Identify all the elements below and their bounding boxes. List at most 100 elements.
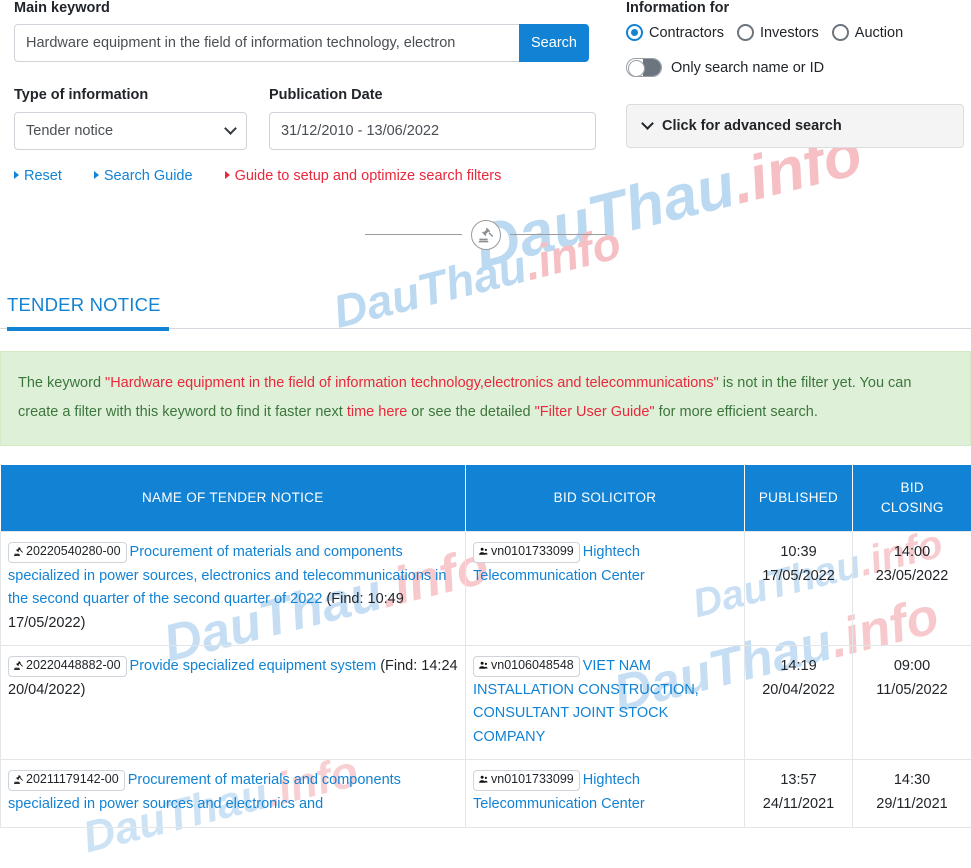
cell-bid-solicitor: vn0101733099 Hightech Telecommunication C… (465, 531, 745, 647)
type-of-information-select[interactable]: Tender notice (14, 111, 247, 150)
column-header-bid-closing-line1: BID (900, 479, 924, 495)
cell-tender-name: 20220540280-00 Procurement of materials a… (0, 531, 466, 647)
closing-date: 11/05/2022 (876, 682, 948, 699)
publication-date-field[interactable]: 31/12/2010 - 13/06/2022 (269, 111, 596, 150)
published-date: 17/05/2022 (762, 568, 835, 585)
radio-investors-label: Investors (759, 24, 819, 41)
tender-notice-table: NAME OF TENDER NOTICE BID SOLICITOR PUBL… (0, 464, 971, 829)
information-for-radio-group: Contractors Investors Auction (626, 24, 964, 42)
radio-contractors[interactable]: Contractors (626, 24, 724, 42)
closing-time: 14:00 (893, 544, 931, 561)
type-of-information-value: Tender notice (26, 122, 114, 139)
radio-contractors-label: Contractors (649, 24, 724, 41)
reset-link-label: Reset (24, 167, 62, 184)
search-left-column: Main keyword Search Type of information … (14, 0, 599, 184)
closing-time: 09:00 (893, 658, 931, 675)
published-time: 14:19 (780, 658, 817, 675)
section-divider (0, 219, 971, 250)
table-header: NAME OF TENDER NOTICE BID SOLICITOR PUBL… (0, 464, 971, 532)
radio-investors[interactable]: Investors (736, 24, 819, 42)
tender-code-text: 20220540280-00 (26, 544, 121, 559)
filters-row: Type of information Tender notice Public… (14, 87, 599, 150)
reset-link[interactable]: Reset (14, 168, 62, 184)
tender-code-badge[interactable]: 20220448882-00 (8, 656, 127, 677)
search-input[interactable] (14, 24, 519, 63)
search-button[interactable]: Search (519, 24, 589, 63)
closing-date: 29/11/2021 (876, 796, 948, 813)
alert-here-link[interactable]: here (378, 404, 407, 420)
radio-auction-indicator (831, 24, 849, 42)
closing-time: 14:30 (893, 772, 931, 789)
divider-line-left (364, 234, 462, 236)
chevron-down-icon (641, 117, 654, 131)
solicitor-code-text: vn0106048548 (491, 658, 574, 673)
closing-date: 23/05/2022 (875, 568, 949, 585)
table-row: 20211179142-00 Procurement of materials a… (0, 759, 971, 829)
helper-links: Reset Search Guide Guide to setup and op… (14, 168, 599, 184)
cell-bid-solicitor: vn0101733099 Hightech Telecommunication C… (465, 759, 745, 829)
tender-name-link[interactable]: Provide specialized equipment system (130, 658, 377, 674)
column-header-published[interactable]: PUBLISHED (744, 464, 853, 532)
type-of-information-group: Type of information Tender notice (14, 87, 247, 150)
tab-bar: TENDER NOTICE (0, 294, 971, 331)
solicitor-code-text: vn0101733099 (491, 772, 574, 787)
table-body: 20220540280-00 Procurement of materials a… (0, 531, 971, 829)
alert-text-4: or see the detailed (407, 403, 535, 420)
cell-bid-closing: 14:00 23/05/2022 (852, 531, 971, 647)
information-for-label: Information for (626, 0, 730, 16)
published-date: 24/11/2021 (762, 796, 835, 813)
radio-auction-label: Auction (854, 24, 904, 41)
search-guide-link[interactable]: Search Guide (93, 168, 193, 184)
solicitor-code-badge[interactable]: vn0106048548 (473, 656, 580, 677)
alert-time-link[interactable]: time (347, 404, 374, 420)
published-time: 13:57 (780, 772, 817, 789)
caret-right-icon (14, 170, 19, 179)
cell-published: 10:39 17/05/2022 (744, 531, 853, 647)
radio-investors-indicator (736, 24, 754, 42)
cell-published: 14:19 20/04/2022 (744, 645, 853, 761)
only-search-name-or-id-row: Only search name or ID (626, 58, 964, 78)
type-of-information-label: Type of information (14, 87, 149, 104)
optimize-filters-guide-link[interactable]: Guide to setup and optimize search filte… (224, 167, 502, 184)
optimize-filters-guide-label: Guide to setup and optimize search filte… (234, 167, 502, 184)
alert-filter-user-guide-link[interactable]: "Filter User Guide" (535, 404, 655, 420)
solicitor-code-badge[interactable]: vn0101733099 (473, 770, 580, 791)
advanced-search-label: Click for advanced search (662, 118, 842, 135)
tab-tender-notice[interactable]: TENDER NOTICE (7, 294, 169, 331)
caret-right-icon (93, 170, 99, 179)
alert-keyword: "Hardware equipment in the field of info… (105, 375, 719, 392)
search-right-column: Information for Contractors Investors Au… (599, 0, 964, 184)
alert-text-1: The keyword (18, 375, 106, 392)
main-keyword-label: Main keyword (14, 0, 110, 16)
tender-code-badge[interactable]: 20211179142-00 (8, 770, 125, 791)
cell-bid-closing: 09:00 11/05/2022 (852, 645, 971, 761)
only-search-name-or-id-label: Only search name or ID (671, 59, 825, 76)
radio-auction[interactable]: Auction (831, 24, 904, 42)
publication-date-group: Publication Date 31/12/2010 - 13/06/2022 (269, 87, 596, 150)
solicitor-code-text: vn0101733099 (491, 544, 574, 559)
divider-line-right (509, 234, 607, 236)
solicitor-code-badge[interactable]: vn0101733099 (473, 542, 580, 563)
tender-code-text: 20220448882-00 (26, 658, 121, 673)
search-panel: Main keyword Search Type of information … (0, 0, 971, 184)
table-row: 20220448882-00 Provide specialized equipm… (0, 645, 971, 761)
column-header-bid-closing-line2: CLOSING (880, 500, 944, 516)
table-header-row: NAME OF TENDER NOTICE BID SOLICITOR PUBL… (0, 464, 971, 532)
published-time: 10:39 (780, 544, 817, 561)
only-search-name-or-id-toggle[interactable] (626, 58, 662, 78)
column-header-bid-closing[interactable]: BID CLOSING (852, 464, 971, 532)
search-input-group: Search (14, 24, 589, 63)
cell-tender-name: 20220448882-00 Provide specialized equipm… (0, 645, 466, 761)
publication-date-value: 31/12/2010 - 13/06/2022 (281, 122, 440, 139)
publication-date-label: Publication Date (269, 87, 383, 104)
cell-bid-solicitor: vn0106048548 VIET NAM INSTALLATION CONSTR… (465, 645, 745, 761)
tender-code-text: 20211179142-00 (26, 772, 119, 787)
gavel-icon (470, 219, 501, 250)
radio-contractors-indicator (626, 24, 643, 42)
advanced-search-button[interactable]: Click for advanced search (626, 104, 964, 149)
column-header-bid-solicitor[interactable]: BID SOLICITOR (465, 464, 745, 532)
column-header-name[interactable]: NAME OF TENDER NOTICE (0, 464, 466, 532)
tender-code-badge[interactable]: 20220540280-00 (8, 542, 127, 563)
cell-published: 13:57 24/11/2021 (744, 759, 853, 829)
cell-tender-name: 20211179142-00 Procurement of materials a… (0, 759, 466, 829)
